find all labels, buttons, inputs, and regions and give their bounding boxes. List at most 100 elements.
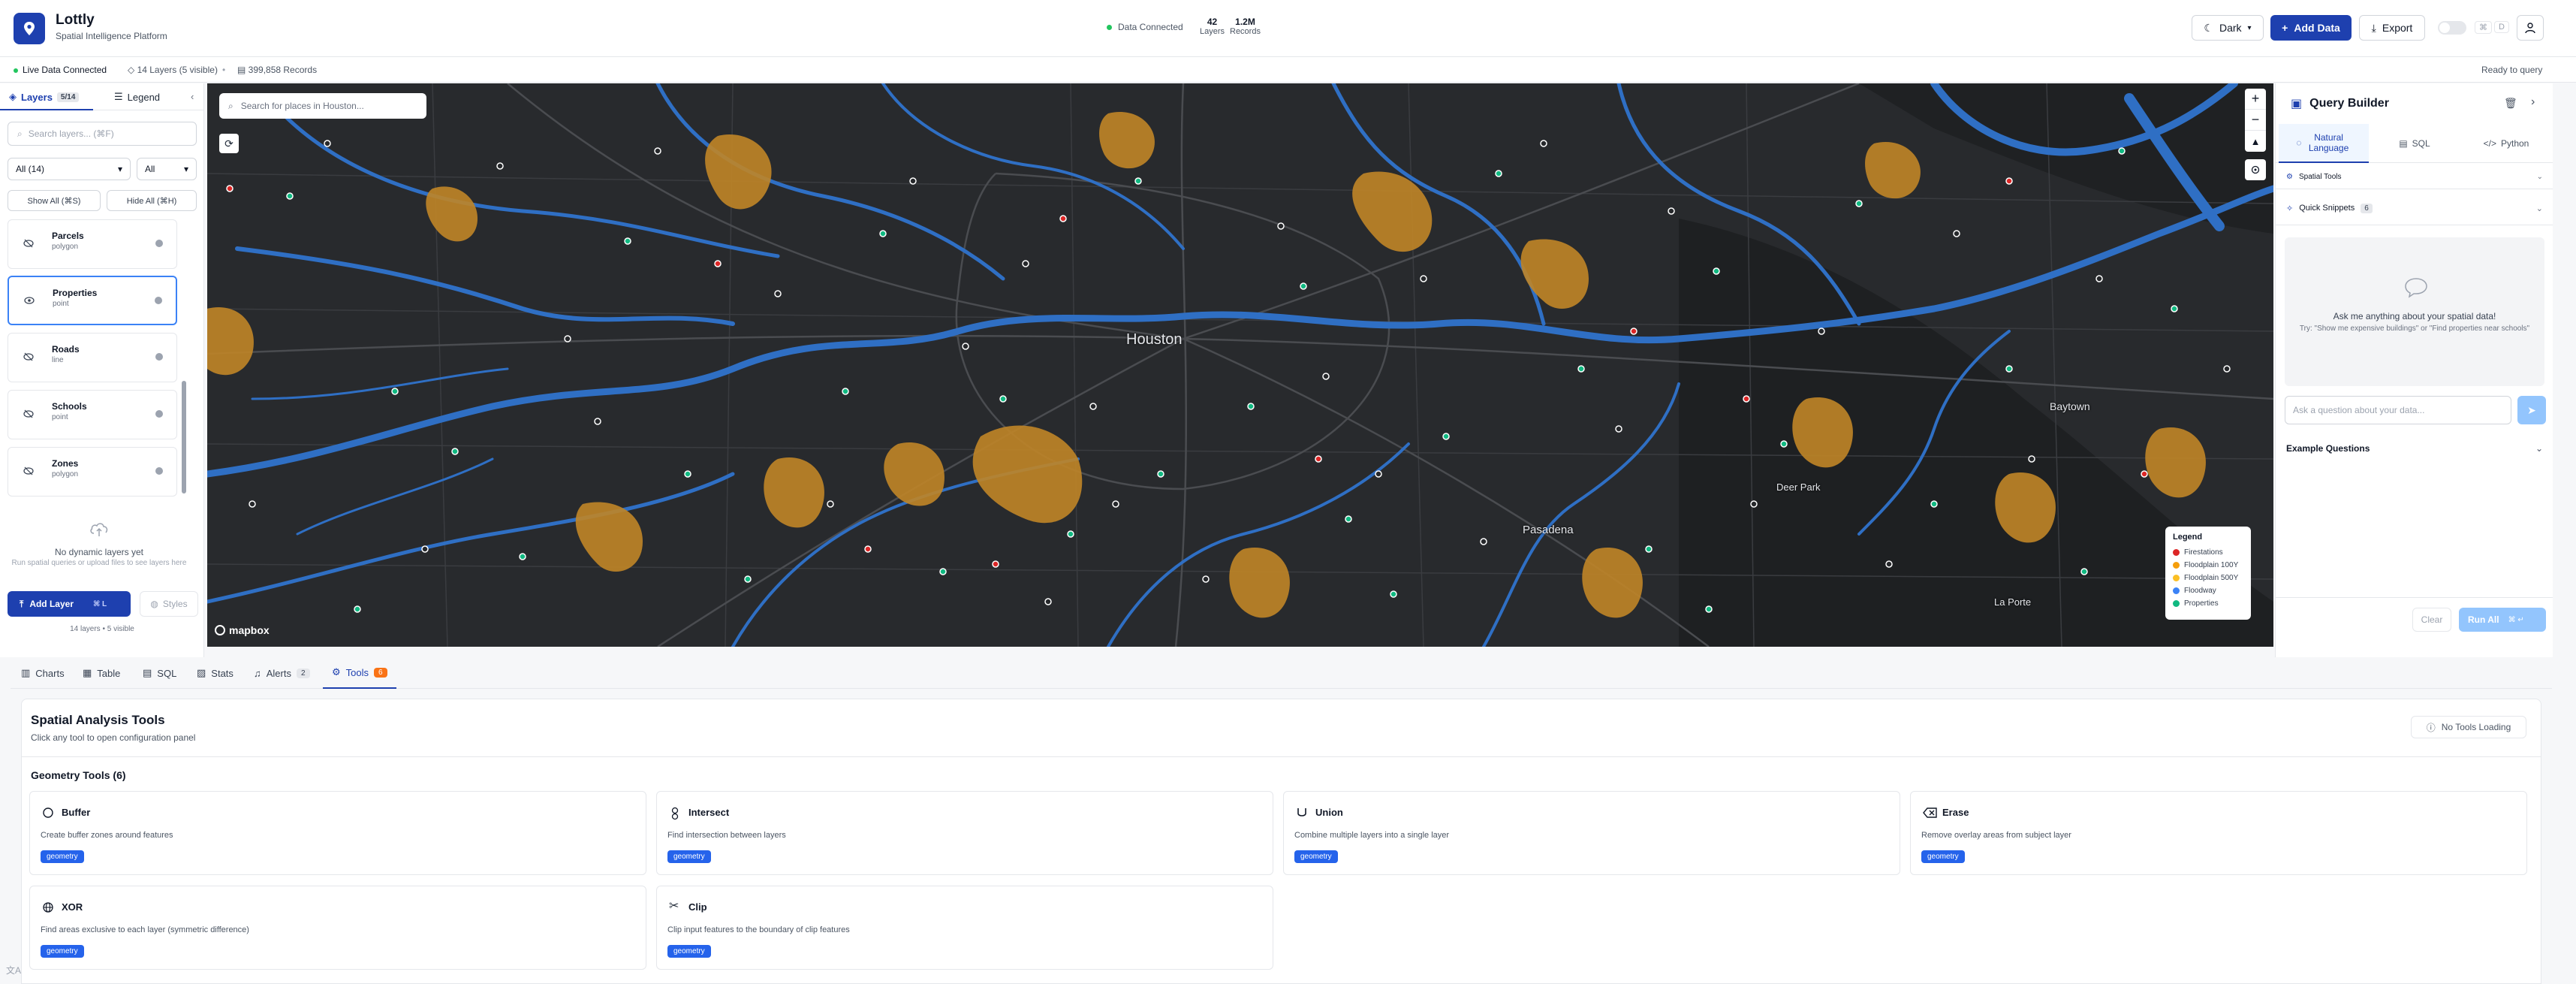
city-label: La Porte	[1994, 596, 2032, 608]
gear-icon[interactable]	[155, 410, 163, 418]
tool-card-erase[interactable]: Erase Remove overlay areas from subject …	[1910, 791, 2527, 875]
refresh-button[interactable]: ⟳	[219, 134, 239, 153]
layer-list-scrollbar[interactable]	[182, 381, 186, 494]
user-button[interactable]	[2517, 15, 2544, 41]
trash-icon[interactable]: 🗑	[2504, 97, 2517, 110]
tool-card-buffer[interactable]: Buffer Create buffer zones around featur…	[29, 791, 646, 875]
map-search-input[interactable]: ⌕ Search for places in Houston...	[219, 93, 426, 119]
query-icon: ▣	[2291, 98, 2303, 110]
database-icon: ▤	[2399, 138, 2408, 149]
eye-icon[interactable]	[24, 295, 35, 309]
bell-icon: ♫	[254, 667, 261, 679]
union-icon	[1296, 807, 1308, 823]
map-basemap[interactable]	[207, 83, 2273, 647]
tool-card-xor[interactable]: XOR Find areas exclusive to each layer (…	[29, 886, 646, 970]
eye-off-icon[interactable]	[23, 409, 34, 422]
send-icon: ➤	[2527, 403, 2536, 416]
run-all-button[interactable]: Run All ⌘ ↵	[2459, 608, 2546, 632]
city-label: Deer Park	[1776, 481, 1821, 493]
clear-button[interactable]: Clear	[2412, 608, 2451, 632]
example-questions-row[interactable]: Example Questions ⌄	[2276, 439, 2553, 457]
theme-dropdown[interactable]: ☾ Dark ▾	[2192, 15, 2264, 41]
add-layer-button[interactable]: ⤒ Add Layer ⌘ L	[8, 591, 131, 617]
gear-icon[interactable]	[155, 353, 163, 361]
quick-snippets-row[interactable]: ✧ Quick Snippets 6 ⌄	[2276, 198, 2553, 218]
locate-button[interactable]	[2245, 159, 2266, 180]
eye-off-icon[interactable]	[23, 238, 34, 252]
tab-label: Tools	[345, 666, 369, 678]
upload-icon: ⤒	[20, 598, 24, 609]
send-button[interactable]: ➤	[2517, 396, 2546, 424]
tool-card-intersect[interactable]: Intersect Find intersection between laye…	[656, 791, 1273, 875]
tool-tag: geometry	[41, 945, 84, 958]
legend-item: Floodplain 500Y	[2173, 572, 2243, 584]
info-icon: ⓘ	[2426, 722, 2436, 733]
status-dot	[1107, 24, 1112, 30]
stat-layers: 42 Layers	[1200, 17, 1225, 37]
tab-table[interactable]: ▦ Table	[83, 657, 120, 689]
chevron-down-icon: ⌄	[2535, 204, 2543, 213]
tab-legend[interactable]: ☰ Legend	[114, 91, 160, 103]
tab-natural-language[interactable]: ◌ Natural Language	[2279, 124, 2369, 163]
palette-icon: ◍	[150, 599, 158, 609]
tool-name: Intersect	[688, 807, 730, 818]
tab-sql[interactable]: ▤ SQL	[143, 657, 176, 689]
category-filter-select[interactable]: All (14) ▾	[8, 158, 131, 180]
layer-name: Schools	[52, 401, 87, 412]
layer-item-schools[interactable]: Schools point	[8, 390, 177, 439]
layer-item-parcels[interactable]: Parcels polygon	[8, 219, 177, 269]
layer-type: line	[52, 356, 64, 364]
zoom-in-button[interactable]: +	[2245, 89, 2266, 110]
quick-snippets-label: Quick Snippets	[2299, 204, 2355, 213]
layer-item-properties[interactable]: Properties point	[8, 276, 177, 325]
layer-item-zones[interactable]: Zones polygon	[8, 447, 177, 497]
tab-alerts[interactable]: ♫ Alerts 2	[254, 657, 310, 689]
layers-sidebar: ◈ Layers 5/14 ☰ Legend ‹ ⌕ Search layers…	[0, 83, 204, 657]
zoom-out-button[interactable]: −	[2245, 110, 2266, 131]
search-placeholder: Search layers... (⌘F)	[28, 128, 114, 139]
eye-off-icon[interactable]	[23, 352, 34, 365]
layer-search-input[interactable]: ⌕ Search layers... (⌘F)	[8, 122, 197, 146]
legend-swatch	[2173, 587, 2180, 594]
eye-off-icon[interactable]	[23, 466, 34, 479]
hide-all-button[interactable]: Hide All (⌘H)	[107, 190, 197, 211]
spatial-tools-row[interactable]: ⚙ Spatial Tools ⌄	[2276, 168, 2553, 186]
tab-layers[interactable]: ◈ Layers 5/14	[9, 91, 80, 103]
download-icon: ⤓	[2371, 21, 2376, 34]
tools-loading-badge[interactable]: ⓘ No Tools Loading	[2411, 716, 2526, 738]
tab-tools[interactable]: ⚙ Tools 6	[323, 657, 396, 689]
chevron-down-icon: ▾	[117, 164, 122, 174]
type-filter-select[interactable]: All ▾	[137, 158, 197, 180]
mode-toggle[interactable]	[2438, 21, 2466, 35]
database-icon: ▤	[237, 65, 249, 75]
translate-icon[interactable]: 文A	[6, 964, 21, 976]
tool-card-clip[interactable]: ✂ Clip Clip input features to the bounda…	[656, 886, 1273, 970]
compass-button[interactable]: ▲	[2245, 131, 2266, 152]
gear-icon[interactable]	[155, 240, 163, 247]
tool-card-union[interactable]: Union Combine multiple layers into a sin…	[1283, 791, 1900, 875]
tab-stats[interactable]: ▨ Stats	[197, 657, 233, 689]
styles-button[interactable]: ◍ Styles	[140, 591, 198, 617]
add-data-button[interactable]: + Add Data	[2270, 15, 2352, 41]
tab-charts[interactable]: ▥ Charts	[21, 657, 65, 689]
chevron-right-icon[interactable]: ›	[2531, 95, 2535, 109]
gear-icon[interactable]	[155, 467, 163, 475]
layer-name: Parcels	[52, 231, 84, 241]
show-all-button[interactable]: Show All (⌘S)	[8, 190, 101, 211]
tab-python[interactable]: </> Python	[2460, 124, 2552, 163]
mapbox-logo[interactable]: mapbox	[215, 624, 270, 636]
sparkle-icon: ✧	[2286, 204, 2294, 213]
gear-icon[interactable]	[155, 297, 162, 304]
query-input[interactable]: Ask a question about your data...	[2285, 396, 2511, 424]
tab-sql[interactable]: ▤ SQL	[2369, 124, 2460, 163]
divider	[2276, 597, 2553, 598]
map-canvas[interactable]: ⌕ Search for places in Houston... ⟳ Hous…	[207, 83, 2273, 647]
city-label: Pasadena	[1523, 524, 1574, 536]
collapse-sidebar-icon[interactable]: ‹	[191, 91, 194, 102]
kbd-hint: ⌘	[2475, 21, 2492, 34]
tool-desc: Create buffer zones around features	[41, 831, 173, 840]
layer-item-roads[interactable]: Roads line	[8, 333, 177, 382]
title-label: Query Builder	[2309, 97, 2389, 110]
app-logo[interactable]	[14, 13, 45, 44]
export-button[interactable]: ⤓ Export	[2359, 15, 2425, 41]
